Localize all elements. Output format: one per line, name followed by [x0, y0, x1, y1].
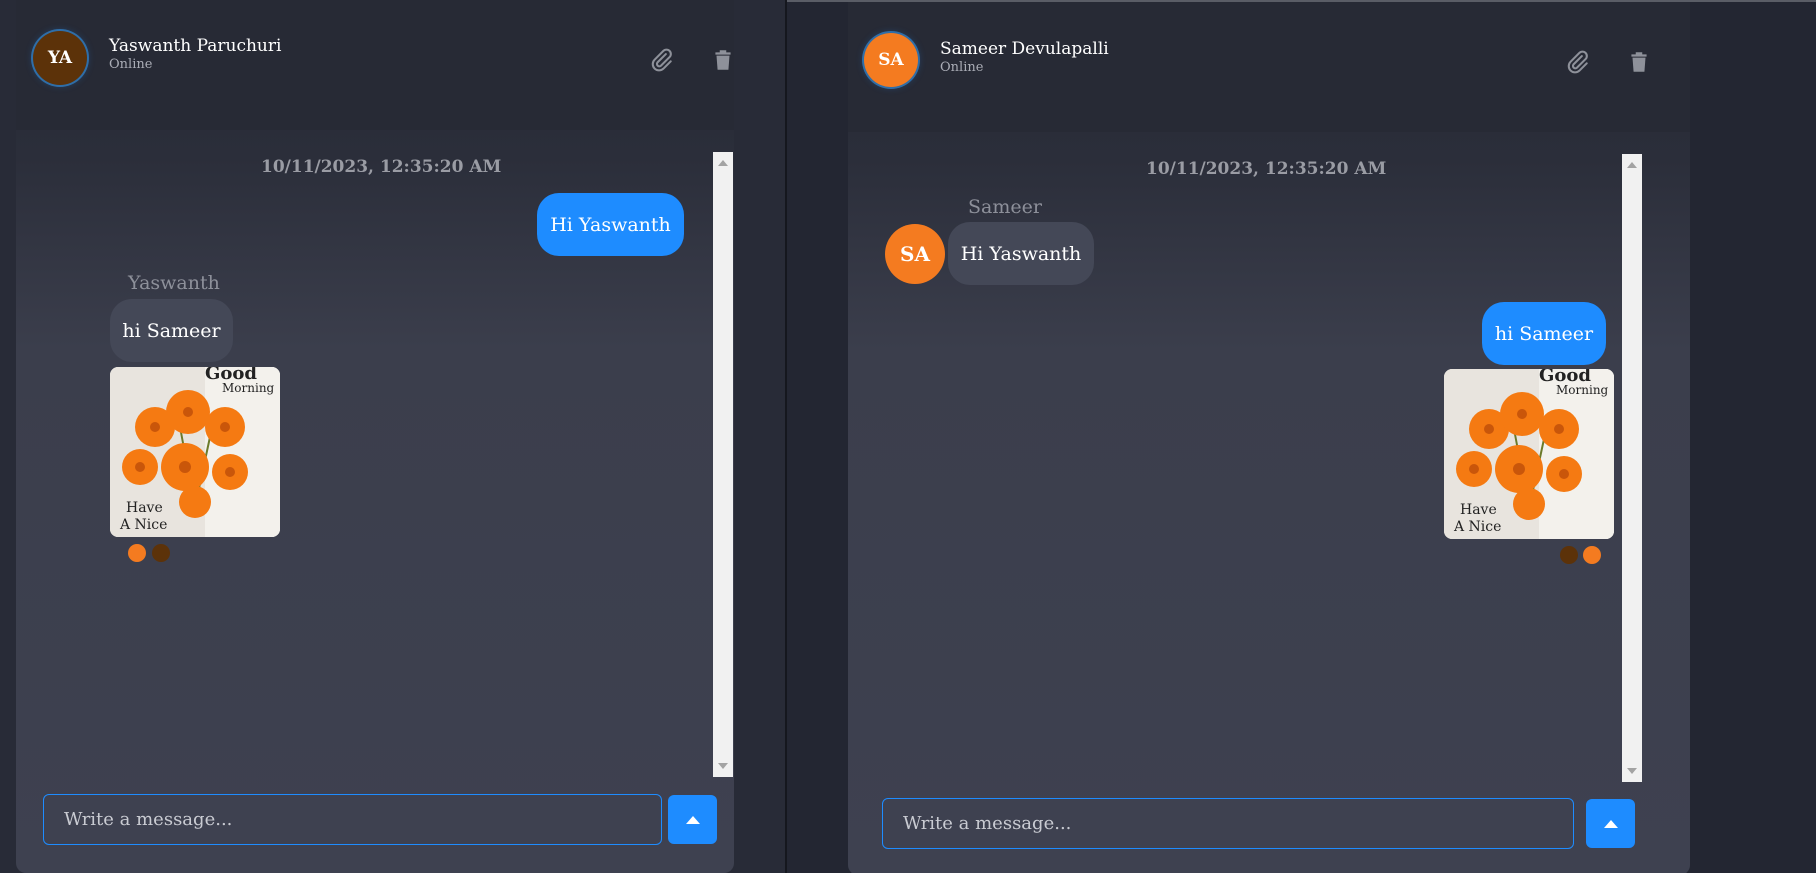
read-receipt-avatar — [152, 544, 170, 562]
send-button[interactable] — [1586, 799, 1635, 848]
conversation-timestamp: 10/11/2023, 12:35:20 AM — [261, 157, 502, 177]
image-text-have: Have — [126, 500, 163, 516]
paperclip-icon[interactable] — [648, 47, 674, 73]
scroll-down-arrow[interactable] — [718, 763, 728, 769]
image-text-anice: A Nice — [119, 517, 167, 533]
message-sender-name: Yaswanth — [128, 272, 220, 294]
arrow-up-icon — [685, 815, 700, 824]
chat-card: SA Sameer Devulapalli Online 10/11/2023,… — [848, 2, 1690, 873]
image-text-morning: Morning — [1556, 383, 1609, 397]
contact-status: Online — [940, 60, 984, 75]
chat-window-yaswanth: YA Yaswanth Paruchuri Online 10/11/2023,… — [0, 0, 786, 873]
trash-icon[interactable] — [1626, 49, 1652, 75]
image-text-morning: Morning — [222, 381, 275, 395]
read-receipt-avatar — [1560, 546, 1578, 564]
chat-header: YA Yaswanth Paruchuri Online — [16, 0, 734, 130]
paperclip-icon[interactable] — [1564, 49, 1590, 75]
chat-card: YA Yaswanth Paruchuri Online 10/11/2023,… — [16, 0, 734, 873]
sender-avatar[interactable]: SA — [885, 224, 945, 284]
contact-name: Yaswanth Paruchuri — [109, 36, 282, 56]
message-scrollbar[interactable] — [1622, 154, 1642, 782]
message-scrollbar[interactable] — [713, 152, 733, 777]
message-input[interactable] — [882, 798, 1574, 849]
shared-flower-image[interactable]: Good Morning Have A Nice — [110, 367, 280, 537]
outgoing-message[interactable]: Hi Yaswanth — [537, 193, 684, 256]
contact-name: Sameer Devulapalli — [940, 39, 1109, 59]
image-text-have: Have — [1460, 502, 1497, 518]
scroll-down-arrow[interactable] — [1627, 768, 1637, 774]
trash-icon[interactable] — [710, 47, 736, 73]
incoming-message[interactable]: Hi Yaswanth — [948, 222, 1094, 285]
incoming-message[interactable]: hi Sameer — [110, 299, 233, 362]
image-text-anice: A Nice — [1453, 519, 1501, 535]
message-sender-name: Sameer — [968, 196, 1042, 218]
chat-window-sameer: SA Sameer Devulapalli Online 10/11/2023,… — [787, 0, 1816, 873]
message-input[interactable] — [43, 794, 662, 845]
scroll-up-arrow[interactable] — [1627, 162, 1637, 168]
shared-flower-image[interactable]: Good Morning Have A Nice — [1444, 369, 1614, 539]
arrow-up-icon — [1603, 819, 1618, 828]
message-list[interactable]: 10/11/2023, 12:35:20 AM Sameer SA Hi Yas… — [848, 152, 1690, 780]
contact-avatar[interactable]: YA — [33, 31, 87, 85]
read-receipt-avatar — [128, 544, 146, 562]
chat-header: SA Sameer Devulapalli Online — [848, 2, 1690, 132]
read-receipt-avatar — [1583, 546, 1601, 564]
conversation-timestamp: 10/11/2023, 12:35:20 AM — [1146, 159, 1387, 179]
send-button[interactable] — [668, 795, 717, 844]
scroll-up-arrow[interactable] — [718, 160, 728, 166]
contact-status: Online — [109, 57, 153, 72]
outgoing-message[interactable]: hi Sameer — [1482, 302, 1606, 365]
message-list[interactable]: 10/11/2023, 12:35:20 AM Hi Yaswanth Yasw… — [16, 150, 734, 778]
contact-avatar[interactable]: SA — [864, 33, 918, 87]
